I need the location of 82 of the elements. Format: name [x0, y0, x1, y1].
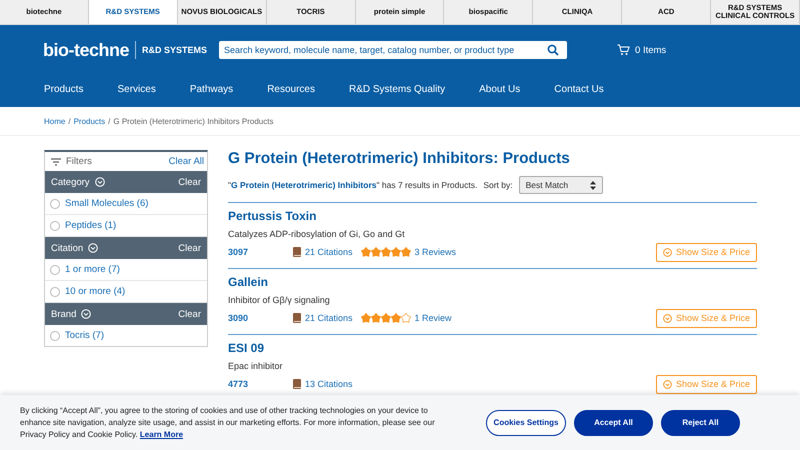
breadcrumb-item[interactable]: Home	[44, 116, 66, 126]
sort-label: Sort by:	[483, 180, 513, 190]
breadcrumb-item[interactable]: Products	[74, 116, 106, 126]
filter-group-header[interactable]: Citation Clear	[45, 237, 207, 259]
radio-button[interactable]	[50, 198, 60, 208]
star-icon	[360, 247, 371, 257]
chevron-icon	[662, 380, 672, 388]
catalog-number[interactable]: 4773	[228, 379, 293, 389]
star-icon	[380, 313, 391, 323]
product-name[interactable]: Pertussis Toxin	[228, 209, 757, 224]
citations-link[interactable]: 21 Citations	[305, 313, 353, 323]
cart-icon[interactable]	[617, 44, 630, 56]
clear-link[interactable]: Clear	[178, 308, 201, 320]
filter-icon	[51, 158, 61, 166]
star-icon	[390, 247, 401, 257]
search-icon[interactable]	[547, 44, 560, 56]
reviews-link[interactable]: 1 Review	[414, 313, 452, 323]
star-icon	[370, 247, 381, 257]
product-name[interactable]: Gallein	[228, 275, 757, 290]
clear-link[interactable]: Clear	[178, 242, 201, 254]
filter-option[interactable]: 1 or more (7)	[65, 264, 120, 275]
breadcrumb-separator: /	[108, 116, 110, 126]
catalog-number[interactable]: 3090	[228, 313, 293, 323]
cart-link[interactable]: 0 Items	[635, 44, 666, 56]
filter-option[interactable]: Small Molecules (6)	[65, 198, 148, 209]
product-name[interactable]: ESI 09	[228, 341, 757, 356]
reviews-link[interactable]: 3 Reviews	[414, 247, 456, 257]
page-title: G Protein (Heterotrimeric) Inhibitors: Products	[228, 150, 571, 168]
nav-link[interactable]: R&D Systems Quality	[349, 84, 446, 95]
cookie-button[interactable]: Accept All	[574, 410, 653, 436]
citations-link[interactable]: 13 Citations	[305, 379, 353, 389]
filter-group-header[interactable]: Category Clear	[45, 171, 207, 193]
learn-more-link[interactable]: Learn More	[140, 430, 184, 438]
updown-icon	[590, 180, 596, 190]
brand-logo[interactable]: R&D SYSTEMS	[135, 41, 208, 59]
product-description: Catalyzes ADP-ribosylation of Gi, Go and Gt	[228, 228, 406, 240]
star-icon	[380, 247, 391, 257]
filter-group-title[interactable]: Citation	[51, 242, 84, 254]
chevron-icon	[662, 248, 672, 256]
nav-link[interactable]: Contact Us	[554, 84, 604, 95]
cookie-message: By clicking “Accept All”, you agree to the storing of cookies and use of other tracking technologies on your device to enhance site navigation, analyze site usage, and assist in our marketing efforts. For more information, please see our Privacy Policy and Cookie Policy. Learn More	[20, 404, 436, 440]
book-icon	[293, 379, 301, 389]
radio-button[interactable]	[50, 330, 60, 340]
product-description: Inhibitor of Gβ/γ signaling	[228, 294, 331, 306]
cookie-button[interactable]: Cookies Settings	[486, 410, 566, 436]
filter-option[interactable]: Peptides (1)	[65, 220, 116, 231]
chevron-icon[interactable]	[88, 243, 98, 253]
citations-link[interactable]: 21 Citations	[305, 247, 353, 257]
filter-group-header[interactable]: Brand Clear	[45, 303, 207, 325]
nav-link[interactable]: Resources	[267, 84, 315, 95]
filter-option[interactable]: Tocris (7)	[65, 330, 104, 341]
radio-button[interactable]	[50, 286, 60, 296]
results-summary: "G Protein (Heterotrimeric) Inhibitors" has 7 results in Products.	[228, 180, 478, 190]
nav-link[interactable]: About Us	[479, 84, 520, 95]
breadcrumb-item: G Protein (Heterotrimeric) Inhibitors Products	[113, 116, 274, 126]
star-icon	[370, 313, 381, 323]
nav-link[interactable]: Services	[117, 84, 156, 95]
radio-button[interactable]	[50, 264, 60, 274]
radio-button[interactable]	[50, 220, 60, 230]
cookie-button[interactable]: Reject All	[661, 410, 740, 436]
filter-option[interactable]: 10 or more (4)	[65, 286, 126, 297]
chevron-icon	[662, 314, 672, 322]
nav-link[interactable]: Products	[44, 84, 84, 95]
book-icon	[293, 313, 301, 323]
filters-title: Filters	[66, 156, 93, 167]
breadcrumb-separator: /	[68, 116, 71, 126]
star-icon	[390, 313, 401, 323]
clear-link[interactable]: Clear	[178, 176, 201, 188]
star-icon	[360, 313, 371, 323]
nav-link[interactable]: Pathways	[190, 84, 234, 95]
product-description: Epac inhibitor	[228, 360, 284, 372]
star-icon	[400, 247, 411, 257]
chevron-icon[interactable]	[94, 177, 105, 187]
site-logo[interactable]: bio-techne	[43, 40, 130, 60]
chevron-icon[interactable]	[81, 309, 92, 319]
clear-all-link[interactable]: Clear All	[168, 156, 204, 167]
sort-dropdown[interactable]: Best Match	[518, 176, 603, 194]
catalog-number[interactable]: 3097	[228, 247, 293, 257]
filter-group-title[interactable]: Category	[51, 176, 90, 188]
filter-group-title[interactable]: Brand	[51, 308, 76, 320]
search-field[interactable]: Search keyword, molecule name, target, catalog number, or product type	[219, 41, 568, 59]
book-icon	[293, 247, 301, 257]
